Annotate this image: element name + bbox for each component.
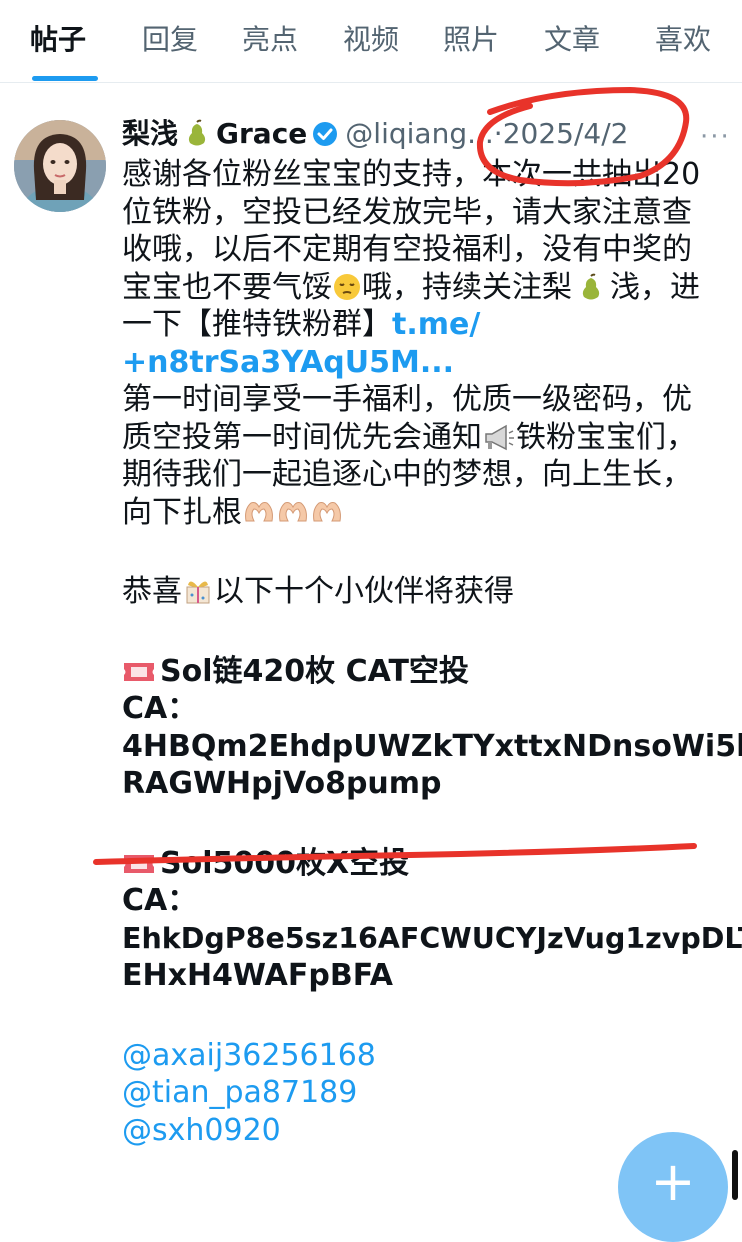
avatar[interactable]: [14, 120, 106, 212]
post-text-line: Sol5000枚X空投: [122, 845, 732, 883]
scrollbar[interactable]: [732, 1150, 738, 1200]
compose-button[interactable]: +: [618, 1132, 728, 1242]
megaphone-icon: [485, 424, 514, 450]
profile-tabs: 帖子 回复 亮点 视频 照片 文章 喜欢: [0, 0, 742, 83]
verified-badge-icon: [313, 122, 338, 146]
telegram-link-continued[interactable]: +n8trSa3YAqU5M...: [122, 344, 732, 382]
contract-address: RAGWHpjVo8pump: [122, 766, 442, 801]
post-text-line: 位铁粉，空投已经发放完毕，请大家注意查: [122, 194, 692, 230]
post-text-line: Sol链420枚 CAT空投: [122, 653, 732, 691]
post-text-line: 一下【推特铁粉群】t.me/: [122, 306, 732, 344]
post-header: 梨浅 Grace @liqiang...·2025/4/2: [122, 112, 722, 156]
separator-dot: ·: [493, 117, 503, 150]
ca-label: CA：: [122, 883, 198, 918]
post-text-line: 质空投第一时间优先会通知 铁粉宝宝们，: [122, 419, 732, 457]
text-fragment: 以下十个小伙伴将获得: [214, 574, 514, 609]
pear-icon: [188, 119, 206, 146]
text-fragment: 浅，进: [610, 269, 700, 305]
post-body: 感谢各位粉丝宝宝的支持，本次一共抽出20 位铁粉，空投已经发放完毕，请大家注意查…: [122, 156, 742, 1149]
text-fragment: 质空投第一时间优先会通知: [122, 419, 482, 455]
mention-link[interactable]: @axaij36256168: [122, 1037, 732, 1075]
tab-articles[interactable]: 文章: [544, 18, 600, 58]
avatar-portrait-icon: [14, 120, 106, 212]
heart-hands-icon: [313, 501, 341, 521]
post-text-line: 期待我们一起追逐心中的梦想，向上生长，: [122, 457, 692, 492]
telegram-link[interactable]: t.me/: [392, 307, 480, 342]
more-options-icon[interactable]: ···: [700, 122, 731, 152]
airdrop-title: Sol链420枚 CAT空投: [160, 653, 469, 689]
post-date[interactable]: 2025/4/2: [503, 117, 629, 150]
tab-likes[interactable]: 喜欢: [655, 18, 711, 58]
tab-posts[interactable]: 帖子: [30, 18, 86, 58]
tab-replies[interactable]: 回复: [142, 18, 198, 58]
post-text-line: 第一时间享受一手福利，优质一级密码，优: [122, 382, 692, 417]
text-fragment: 恭喜: [122, 574, 182, 609]
tab-photos[interactable]: 照片: [443, 18, 499, 58]
text-fragment: 向下扎根: [122, 494, 242, 530]
pear-icon: [582, 273, 600, 299]
active-tab-indicator: [32, 76, 98, 81]
post-text-line: 感谢各位粉丝宝宝的支持，本次一共抽出20: [122, 157, 701, 192]
tab-videos[interactable]: 视频: [343, 18, 399, 58]
admission-ticket-icon: [124, 854, 154, 873]
author-name[interactable]: 梨浅: [122, 117, 178, 150]
plus-icon: +: [650, 1150, 696, 1213]
author-handle[interactable]: @liqiang...: [345, 117, 494, 150]
contract-address: EHxH4WAFpBFA: [122, 958, 393, 993]
ca-label: CA：: [122, 691, 198, 726]
mention-link[interactable]: @tian_pa87189: [122, 1074, 732, 1112]
airdrop-title: Sol5000枚X空投: [160, 845, 410, 881]
post-text-line: 恭喜 以下十个小伙伴将获得: [122, 573, 732, 611]
text-fragment: 铁粉宝宝们，: [516, 419, 696, 455]
author-name-en[interactable]: Grace: [216, 117, 307, 150]
pensive-face-icon: [334, 273, 360, 300]
text-fragment: 一下【推特铁粉群】: [122, 307, 392, 342]
admission-ticket-icon: [124, 662, 154, 681]
ribbon-gift-icon: [186, 581, 210, 604]
heart-hands-icon: [245, 501, 273, 521]
heart-hands-icon: [279, 501, 307, 521]
tab-highlights[interactable]: 亮点: [242, 18, 298, 58]
contract-address: 4HBQm2EhdpUWZkTYxttxNDnsoWi5be: [122, 728, 742, 764]
post-text-line: 向下扎根: [122, 494, 732, 532]
post-text-line: 收哦，以后不定期有空投福利，没有中奖的: [122, 232, 692, 267]
contract-address: EhkDgP8e5sz16AFCWUCYJzVug1zvpDLT: [122, 921, 742, 955]
post-text-line: 宝宝也不要气馁 哦，持续关注梨 浅，进: [122, 269, 732, 307]
text-fragment: 宝宝也不要气馁: [122, 269, 332, 305]
text-fragment: 哦，持续关注梨: [362, 269, 572, 305]
